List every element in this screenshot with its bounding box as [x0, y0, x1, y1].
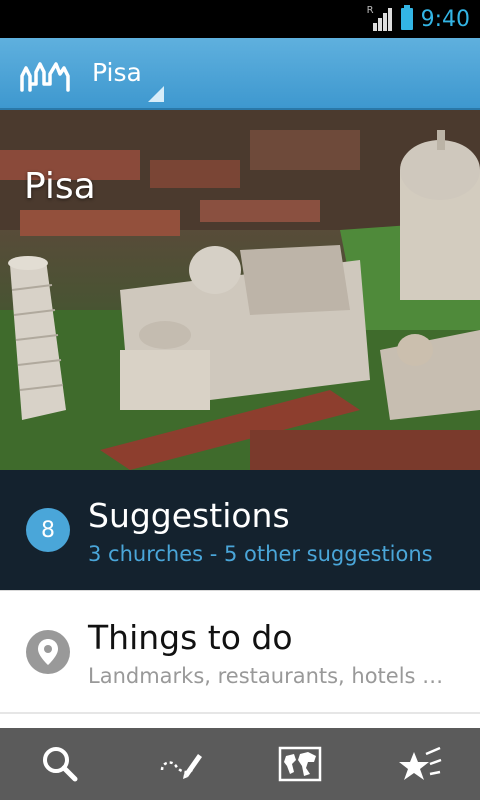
status-icons: R 9:40	[367, 4, 470, 34]
route-button[interactable]	[150, 734, 210, 794]
favorites-button[interactable]	[390, 734, 450, 794]
favorites-star-icon	[399, 746, 442, 780]
bottom-toolbar	[0, 728, 480, 800]
world-map-icon	[278, 746, 322, 782]
hero-title: Pisa	[24, 166, 96, 207]
pisa-aerial-illustration	[0, 110, 480, 470]
search-button[interactable]	[30, 734, 90, 794]
battery-icon	[400, 5, 413, 30]
city-spinner[interactable]: Pisa	[92, 38, 166, 110]
route-pencil-icon	[160, 754, 202, 779]
things-to-do-subtitle: Landmarks, restaurants, hotels …	[88, 664, 444, 688]
city-spinner-label: Pisa	[92, 58, 142, 87]
roaming-indicator: R	[366, 5, 374, 16]
suggestions-subtitle: 3 churches - 5 other suggestions	[88, 542, 433, 566]
signal-icon: R	[366, 5, 393, 31]
status-bar: R 9:40	[0, 0, 480, 38]
location-pin-icon	[26, 630, 70, 674]
suggestions-count-badge: 8	[26, 508, 70, 552]
spinner-arrow-icon	[148, 86, 164, 102]
suggestions-title: Suggestions	[88, 496, 290, 535]
app-logo-icon[interactable]	[20, 56, 70, 92]
hero-image[interactable]: Pisa	[0, 110, 480, 470]
clock: 9:40	[420, 6, 470, 32]
map-button[interactable]	[270, 734, 330, 794]
list-gap	[0, 714, 480, 728]
action-bar: Pisa	[0, 38, 480, 110]
search-icon	[43, 747, 78, 782]
things-to-do-title: Things to do	[88, 618, 293, 657]
